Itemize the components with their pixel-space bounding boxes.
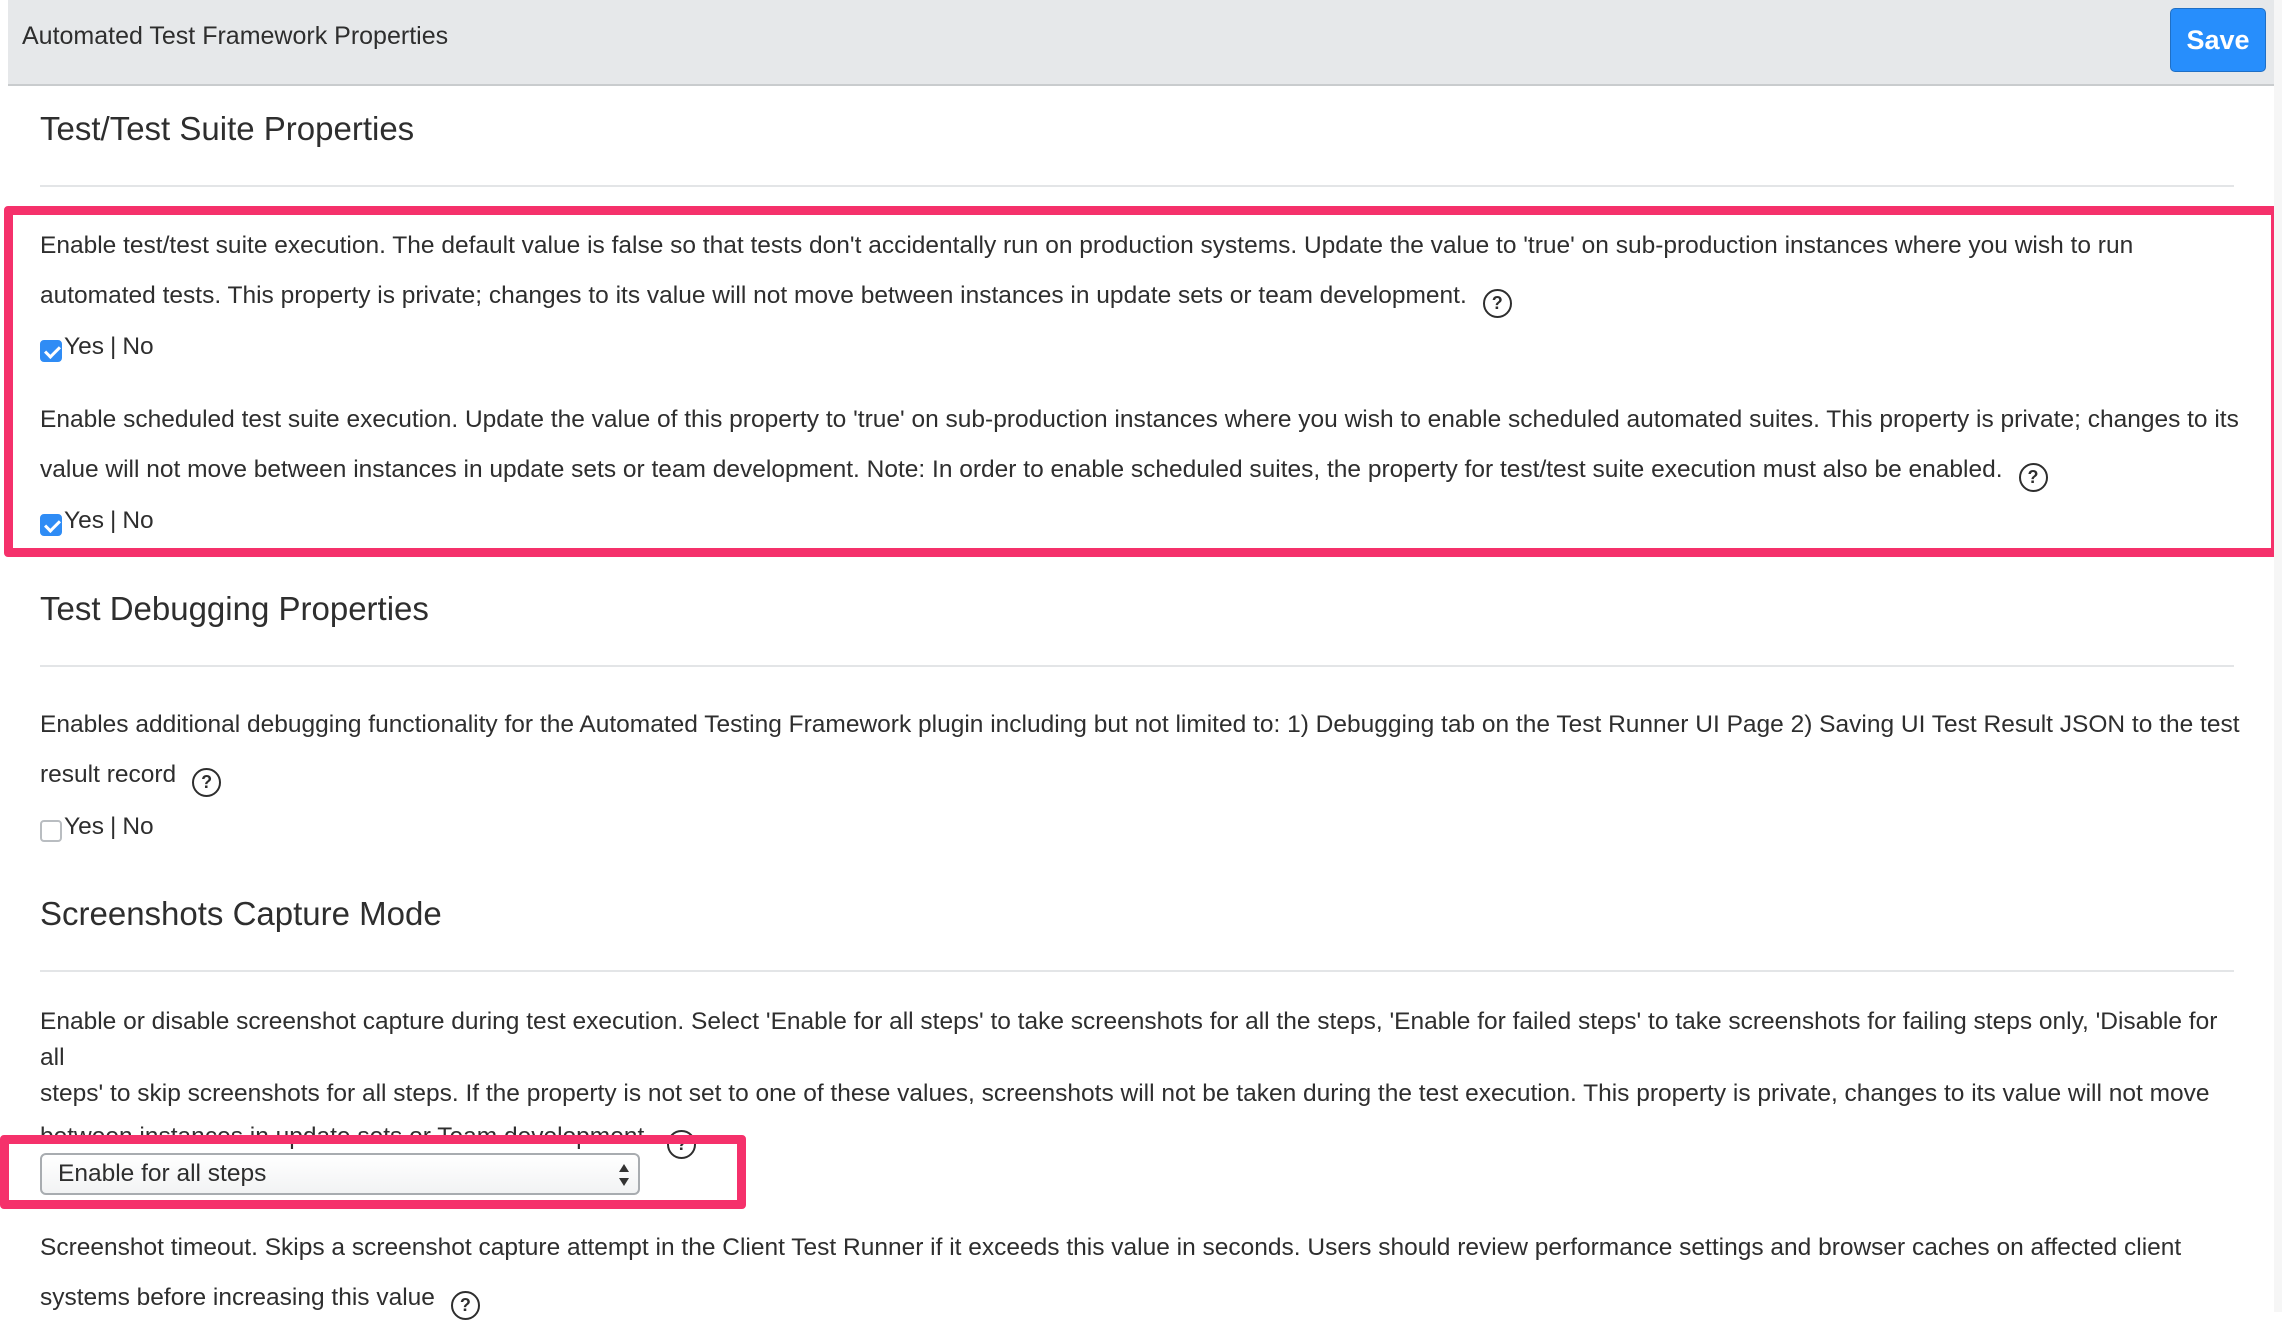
checkbox-scheduled-execution[interactable] (40, 514, 62, 536)
property-description-debugging: Enables additional debugging functionali… (40, 700, 2240, 800)
description-line: Enable test/test suite execution. The de… (40, 232, 2134, 259)
checkbox-debugging[interactable] (40, 820, 62, 842)
property-description-screenshot-mode: Enable or disable screenshot capture dur… (40, 1004, 2240, 1162)
no-option[interactable]: No (122, 813, 153, 841)
property-description-test-execution: Enable test/test suite execution. The de… (40, 221, 2240, 321)
yes-option[interactable]: Yes (64, 813, 104, 841)
yes-no-toggle-debugging: Yes | No (40, 810, 154, 844)
yes-option[interactable]: Yes (64, 333, 104, 361)
description-line: steps' to skip screenshots for all steps… (40, 1080, 2210, 1107)
divider (40, 970, 2234, 972)
page-title: Automated Test Framework Properties (22, 22, 449, 50)
help-icon[interactable]: ? (192, 768, 222, 797)
yes-no-toggle-scheduled-execution: Yes | No (40, 504, 154, 538)
screenshot-mode-select[interactable]: Enable for all steps (40, 1153, 640, 1195)
no-option[interactable]: No (122, 333, 153, 361)
separator: | (109, 333, 117, 360)
select-arrows-icon (619, 1164, 629, 1186)
separator: | (109, 813, 117, 840)
save-button[interactable]: Save (2170, 8, 2266, 72)
vertical-scrollbar[interactable] (2274, 0, 2282, 1312)
header-bar: Automated Test Framework Properties Save (8, 0, 2274, 86)
section-title-screenshots: Screenshots Capture Mode (40, 895, 442, 932)
help-icon[interactable]: ? (1482, 289, 1512, 318)
section-title-test-suite: Test/Test Suite Properties (40, 110, 415, 147)
help-icon[interactable]: ? (2018, 463, 2048, 492)
description-line: result record? (40, 750, 2240, 800)
description-line: automated tests. This property is privat… (40, 271, 2240, 321)
description-line: Enables additional debugging functionali… (40, 711, 2240, 738)
divider (40, 665, 2234, 667)
description-line: value will not move between instances in… (40, 445, 2240, 495)
help-icon[interactable]: ? (450, 1291, 480, 1320)
property-description-screenshot-timeout: Screenshot timeout. Skips a screenshot c… (40, 1223, 2240, 1323)
select-value: Enable for all steps (58, 1160, 267, 1187)
description-line: Enable or disable screenshot capture dur… (40, 1008, 2218, 1071)
divider (40, 185, 2234, 187)
description-line: Screenshot timeout. Skips a screenshot c… (40, 1234, 2182, 1261)
checkbox-test-execution[interactable] (40, 340, 62, 362)
description-line: systems before increasing this value? (40, 1273, 2240, 1323)
description-line: Enable scheduled test suite execution. U… (40, 406, 2239, 433)
separator: | (109, 507, 117, 534)
section-title-debugging: Test Debugging Properties (40, 590, 429, 627)
yes-no-toggle-test-execution: Yes | No (40, 330, 154, 364)
property-description-scheduled-execution: Enable scheduled test suite execution. U… (40, 395, 2240, 495)
help-icon[interactable]: ? (667, 1130, 697, 1159)
yes-option[interactable]: Yes (64, 507, 104, 535)
no-option[interactable]: No (122, 507, 153, 535)
